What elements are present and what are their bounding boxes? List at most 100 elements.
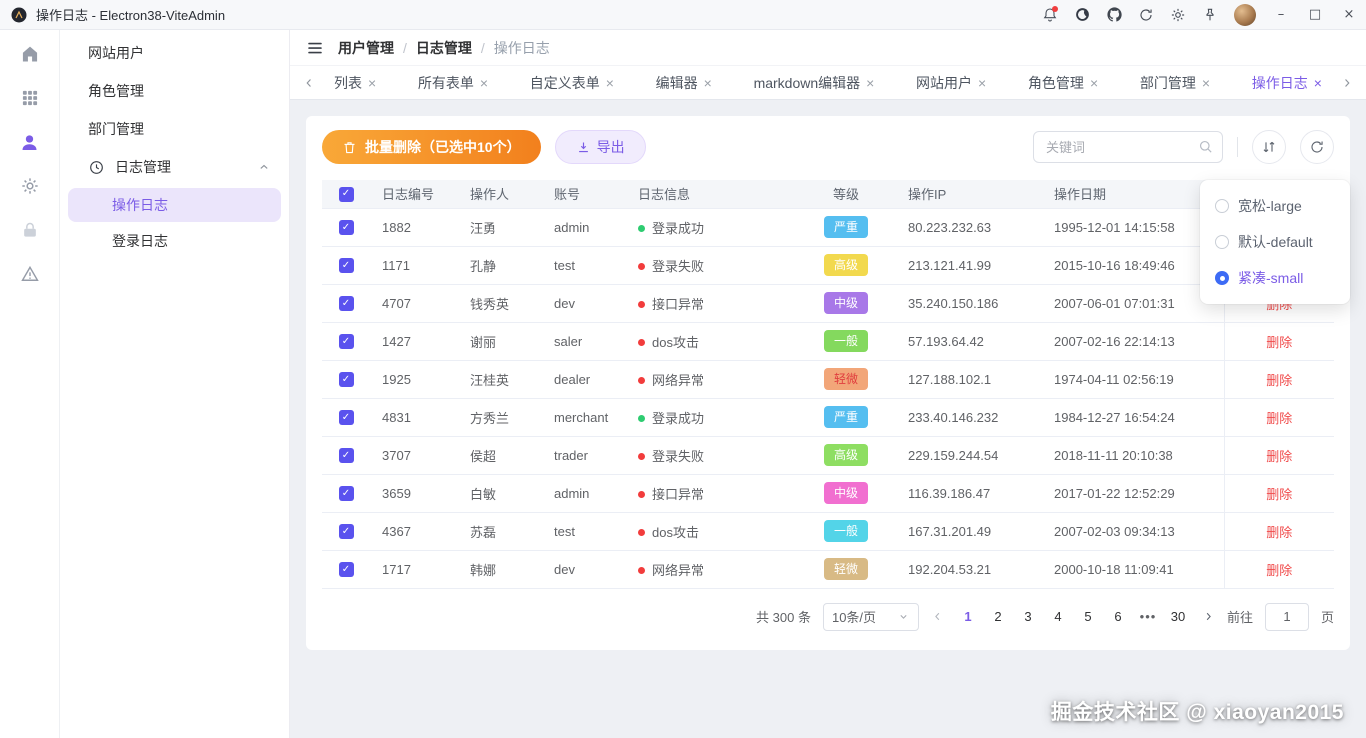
row-checkbox[interactable]: ✓ — [339, 220, 354, 235]
page-number-5[interactable]: 5 — [1076, 609, 1100, 624]
export-button[interactable]: 导出 — [555, 130, 646, 164]
breadcrumb-item-user-management[interactable]: 用户管理 — [338, 38, 394, 58]
select-all-checkbox[interactable]: ✓ — [339, 187, 354, 202]
row-select-cell: ✓ — [322, 246, 370, 284]
select-all-header: ✓ — [322, 180, 370, 208]
row-select-cell: ✓ — [322, 322, 370, 360]
row-checkbox[interactable]: ✓ — [339, 334, 354, 349]
breadcrumb-item-log-management[interactable]: 日志管理 — [416, 38, 472, 58]
density-option-default[interactable]: 默认-default — [1200, 224, 1350, 260]
delete-link[interactable]: 删除 — [1266, 487, 1292, 502]
warning-icon[interactable] — [12, 256, 48, 292]
row-checkbox[interactable]: ✓ — [339, 372, 354, 387]
row-checkbox[interactable]: ✓ — [339, 486, 354, 501]
theme-icon[interactable] — [1066, 0, 1098, 30]
close-icon[interactable]: × — [978, 76, 986, 90]
refresh-table-button[interactable] — [1300, 130, 1334, 164]
page-number-1[interactable]: 1 — [956, 609, 980, 624]
close-icon[interactable]: × — [368, 76, 376, 90]
tab-website-users[interactable]: 网站用户× — [916, 73, 986, 93]
tab-markdown-editor[interactable]: markdown编辑器× — [754, 73, 875, 93]
cell-action: 删除 — [1224, 550, 1334, 588]
page-number-4[interactable]: 4 — [1046, 609, 1070, 624]
sidebar-item-operation-log[interactable]: 操作日志 — [68, 188, 281, 222]
delete-link[interactable]: 删除 — [1266, 449, 1292, 464]
pin-icon[interactable] — [1194, 0, 1226, 30]
sidebar-item-department-management[interactable]: 部门管理 — [60, 110, 289, 148]
tab-label: 角色管理 — [1028, 73, 1084, 93]
row-checkbox[interactable]: ✓ — [339, 410, 354, 425]
tab-custom-form[interactable]: 自定义表单× — [530, 73, 614, 93]
goto-label: 前往 — [1227, 607, 1253, 626]
density-popup: 宽松-large默认-default紧凑-small — [1200, 180, 1350, 304]
page-number-30[interactable]: 30 — [1166, 609, 1190, 624]
tab-list[interactable]: 列表× — [334, 73, 376, 93]
delete-link[interactable]: 删除 — [1266, 373, 1292, 388]
column-header-operator: 操作人 — [458, 180, 542, 208]
minimize-button[interactable]: – — [1264, 0, 1298, 30]
batch-delete-button[interactable]: 批量删除（已选中10个） — [322, 130, 541, 164]
close-button[interactable]: × — [1332, 0, 1366, 30]
density-button[interactable] — [1252, 130, 1286, 164]
maximize-button[interactable]: □ — [1298, 0, 1332, 30]
close-icon[interactable]: × — [480, 76, 488, 90]
keyword-search-input[interactable] — [1033, 131, 1223, 163]
home-icon[interactable] — [12, 36, 48, 72]
refresh-icon[interactable] — [1130, 0, 1162, 30]
tab-role-management[interactable]: 角色管理 × — [1028, 73, 1098, 93]
row-checkbox[interactable]: ✓ — [339, 296, 354, 311]
prev-page-button[interactable] — [931, 610, 944, 623]
collapse-menu-icon[interactable] — [306, 39, 324, 57]
close-icon[interactable]: × — [866, 76, 874, 90]
page-size-select[interactable]: 10条/页 — [823, 603, 919, 631]
tabs-scroll-left-icon[interactable] — [300, 76, 318, 90]
close-icon[interactable]: × — [1314, 76, 1322, 90]
tab-department-management[interactable]: 部门管理× — [1140, 73, 1210, 93]
page-number-3[interactable]: 3 — [1016, 609, 1040, 624]
bell-icon[interactable] — [1034, 0, 1066, 30]
sidebar-item-login-log[interactable]: 登录日志 — [68, 224, 281, 258]
github-icon[interactable] — [1098, 0, 1130, 30]
page-number-6[interactable]: 6 — [1106, 609, 1130, 624]
close-icon[interactable]: × — [1202, 76, 1210, 90]
row-checkbox[interactable]: ✓ — [339, 448, 354, 463]
row-checkbox[interactable]: ✓ — [339, 258, 354, 273]
tab-operation-log[interactable]: 操作日志× — [1252, 73, 1322, 93]
goto-page-input[interactable] — [1265, 603, 1309, 631]
row-select-cell: ✓ — [322, 284, 370, 322]
settings-gear-icon[interactable] — [1162, 0, 1194, 30]
density-option-large[interactable]: 宽松-large — [1200, 188, 1350, 224]
next-page-button[interactable] — [1202, 610, 1215, 623]
sidebar-group-log-management[interactable]: 日志管理 — [60, 148, 289, 186]
row-checkbox[interactable]: ✓ — [339, 524, 354, 539]
cell-message: 接口异常 — [626, 284, 796, 322]
density-option-small[interactable]: 紧凑-small — [1200, 260, 1350, 296]
delete-link[interactable]: 删除 — [1266, 563, 1292, 578]
keyword-search — [1033, 131, 1223, 163]
apps-grid-icon[interactable] — [12, 80, 48, 116]
tab-editor[interactable]: 编辑器× — [656, 73, 712, 93]
column-header-level: 等级 — [796, 180, 896, 208]
level-badge: 一般 — [824, 330, 868, 352]
status-dot-icon — [638, 301, 645, 308]
pages-ellipsis[interactable]: ••• — [1136, 609, 1160, 624]
row-select-cell: ✓ — [322, 436, 370, 474]
user-avatar[interactable] — [1234, 4, 1256, 26]
delete-link[interactable]: 删除 — [1266, 525, 1292, 540]
gear-icon[interactable] — [12, 168, 48, 204]
row-checkbox[interactable]: ✓ — [339, 562, 354, 577]
tabs-scroll-right-icon[interactable] — [1338, 76, 1356, 90]
sidebar-item-role-management[interactable]: 角色管理 — [60, 72, 289, 110]
close-icon[interactable]: × — [1090, 76, 1098, 90]
delete-link[interactable]: 删除 — [1266, 411, 1292, 426]
close-icon[interactable]: × — [606, 76, 614, 90]
cell-ip: 127.188.102.1 — [896, 360, 1042, 398]
tab-all-forms[interactable]: 所有表单× — [418, 73, 488, 93]
delete-link[interactable]: 删除 — [1266, 335, 1292, 350]
sidebar-item-website-users[interactable]: 网站用户 — [60, 34, 289, 72]
users-icon[interactable] — [12, 124, 48, 160]
close-icon[interactable]: × — [704, 76, 712, 90]
lock-icon[interactable] — [12, 212, 48, 248]
page-number-2[interactable]: 2 — [986, 609, 1010, 624]
table-row: ✓4707钱秀英dev接口异常中级35.240.150.1862007-06-0… — [322, 284, 1334, 322]
